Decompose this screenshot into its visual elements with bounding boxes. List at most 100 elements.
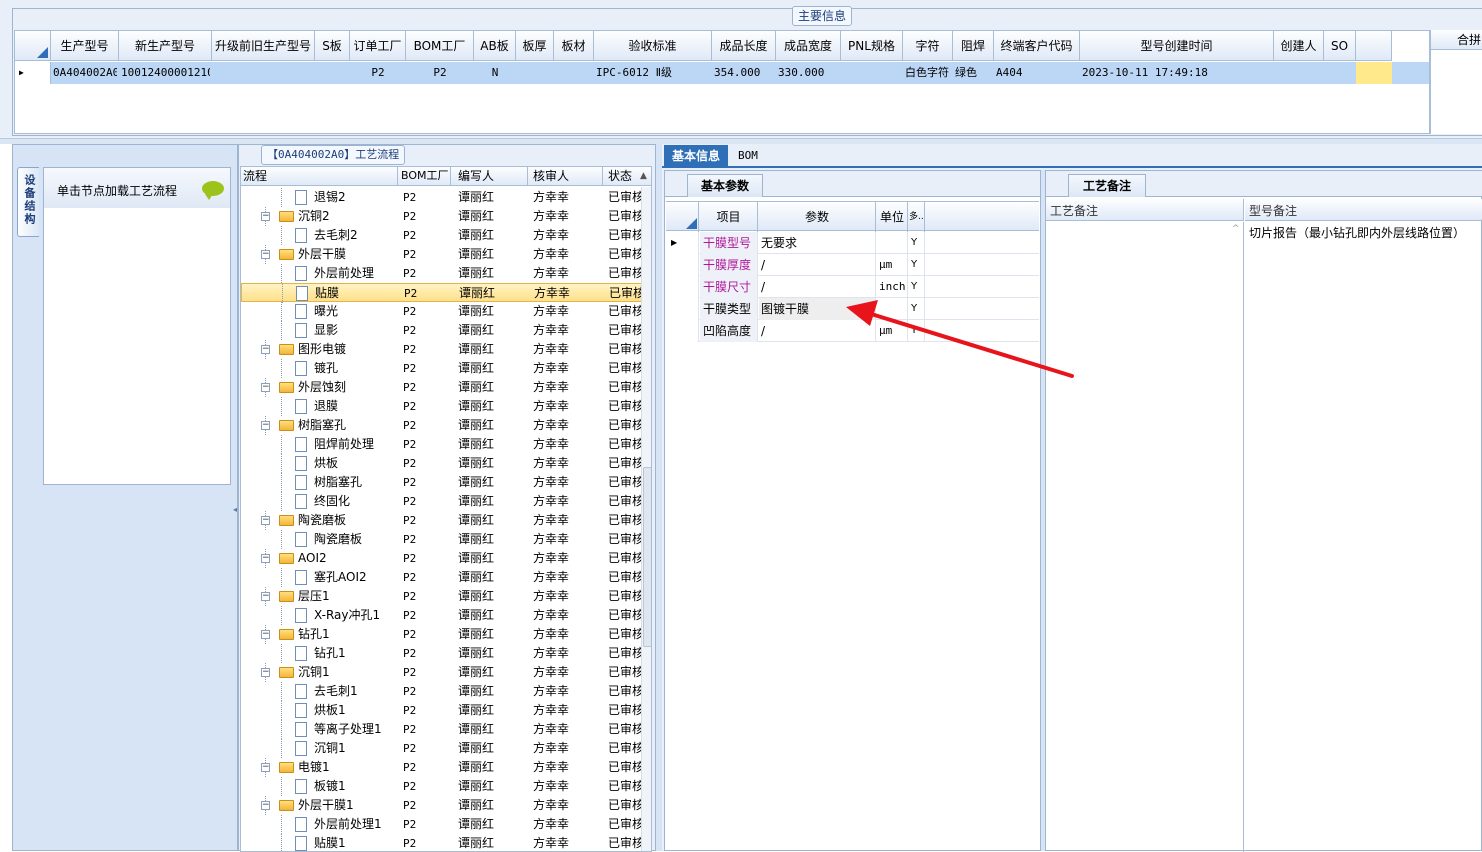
param-row[interactable]: 干膜尺寸 / inch Y <box>666 276 1039 298</box>
flow-col-header[interactable]: 流程 <box>243 167 398 185</box>
collapse-toggle-icon[interactable]: − <box>261 383 270 392</box>
param-value-cell[interactable]: / <box>759 254 876 276</box>
main-cell[interactable]: 2023-10-11 17:49:18 <box>1082 62 1272 84</box>
collapse-toggle-icon[interactable]: − <box>261 668 270 677</box>
collapse-toggle-icon[interactable]: − <box>261 630 270 639</box>
main-cell[interactable] <box>843 62 901 84</box>
collapse-toggle-icon[interactable]: − <box>261 592 270 601</box>
main-info-grid[interactable]: 生产型号 新生产型号 升级前旧生产型号 S板 订单工厂 BOM工厂 AB板 板厚 板材 验收标准成… <box>14 30 1430 134</box>
flow-tree-row[interactable]: 等离子处理1 P2 谭丽红 方幸幸 已审核 <box>241 720 644 739</box>
main-cell[interactable]: IPC-6012 Ⅱ级 <box>596 62 710 84</box>
flow-tree-row[interactable]: − 树脂塞孔 P2 谭丽红 方幸幸 已审核 <box>241 416 644 435</box>
main-col-header[interactable]: 字符 <box>903 31 953 61</box>
flow-tree-row[interactable]: − AOI2 P2 谭丽红 方幸幸 已审核 <box>241 549 644 568</box>
notes-scroll-up-icon[interactable]: ^ <box>1232 224 1240 234</box>
reviewer-col-header[interactable]: 核审人 <box>533 167 603 185</box>
flow-tree-body[interactable]: 退锡2 P2 谭丽红 方幸幸 已审核 − 沉铜2 P2 谭丽红 方幸幸 已审核 去毛刺2 P2 谭丽红 方幸… <box>241 188 645 851</box>
main-col-header[interactable]: 板材 <box>554 31 594 61</box>
row-indicator-icon[interactable] <box>666 298 699 320</box>
bom-col-header[interactable]: BOM工厂 <box>401 167 451 185</box>
main-cell[interactable]: 354.000 <box>714 62 774 84</box>
param-value-cell[interactable]: 无要求 <box>759 232 876 254</box>
collapse-toggle-icon[interactable]: − <box>261 801 270 810</box>
param-unit-cell[interactable] <box>877 232 908 254</box>
left-collapse-handle[interactable]: ◂ <box>233 505 237 565</box>
collapse-toggle-icon[interactable]: − <box>261 212 270 221</box>
param-unit-cell[interactable]: μm <box>877 320 908 342</box>
flow-tree-row[interactable]: 终固化 P2 谭丽红 方幸幸 已审核 <box>241 492 644 511</box>
flow-tree-row[interactable]: 外层前处理 P2 谭丽红 方幸幸 已审核 <box>241 264 644 283</box>
main-col-header[interactable]: PNL规格 <box>841 31 903 61</box>
tab-process-notes[interactable]: 工艺备注 <box>1068 174 1146 197</box>
main-cell[interactable] <box>518 62 552 84</box>
main-col-header[interactable]: 升级前旧生产型号 <box>212 31 315 61</box>
collapse-toggle-icon[interactable]: − <box>261 516 270 525</box>
flow-tree-row[interactable]: 陶瓷磨板 P2 谭丽红 方幸幸 已审核 <box>241 530 644 549</box>
param-item-cell[interactable]: 干膜类型 <box>700 298 758 320</box>
param-value-cell[interactable]: / <box>759 276 876 298</box>
main-col-header[interactable]: 订单工厂 <box>350 31 406 61</box>
main-cell[interactable] <box>317 62 348 84</box>
main-cell[interactable]: 10012400001210 <box>121 62 210 84</box>
main-cell[interactable]: 0A404002A0 <box>53 62 117 84</box>
flow-tree-row[interactable]: X-Ray冲孔1 P2 谭丽红 方幸幸 已审核 <box>241 606 644 625</box>
tab-bom[interactable]: BOM <box>730 145 766 167</box>
collapse-toggle-icon[interactable]: − <box>261 250 270 259</box>
param-flag-cell[interactable]: Y <box>909 276 925 298</box>
flow-tree-row[interactable]: 去毛刺1 P2 谭丽红 方幸幸 已审核 <box>241 682 644 701</box>
collapse-toggle-icon[interactable]: − <box>261 421 270 430</box>
flow-tree-row[interactable]: 显影 P2 谭丽红 方幸幸 已审核 <box>241 321 644 340</box>
flow-tree-row[interactable]: 贴膜 P2 谭丽红 方幸幸 已审核 <box>241 283 645 303</box>
params-grid[interactable]: 项目 参数 单位 多... ▶ 干膜型号 无要求 Y 干膜厚度 / μm Y 干膜尺寸 / inch… <box>666 201 1039 851</box>
editor-col-header[interactable]: 编写人 <box>458 167 528 185</box>
flow-tree-row[interactable]: − 外层干膜 P2 谭丽红 方幸幸 已审核 <box>241 245 644 264</box>
flow-tree-row[interactable]: 镀孔 P2 谭丽红 方幸幸 已审核 <box>241 359 644 378</box>
main-cell[interactable] <box>1326 62 1354 84</box>
flow-scrollbar-thumb[interactable] <box>643 467 651 647</box>
flow-tree-row[interactable]: 阻焊前处理 P2 谭丽红 方幸幸 已审核 <box>241 435 644 454</box>
row-indicator-icon[interactable]: ▶ <box>666 232 699 254</box>
flow-tree-row[interactable]: 塞孔AOI2 P2 谭丽红 方幸幸 已审核 <box>241 568 644 587</box>
param-row[interactable]: 凹陷高度 / μm Y <box>666 320 1039 342</box>
flow-tree-row[interactable]: 树脂塞孔 P2 谭丽红 方幸幸 已审核 <box>241 473 644 492</box>
param-row[interactable]: ▶ 干膜型号 无要求 Y <box>666 232 1039 254</box>
flow-tree-row[interactable]: 烘板 P2 谭丽红 方幸幸 已审核 <box>241 454 644 473</box>
flow-tree-row[interactable]: − 电镀1 P2 谭丽红 方幸幸 已审核 <box>241 758 644 777</box>
unit-col-header[interactable]: 单位 <box>877 202 908 232</box>
main-info-data-row[interactable]: ▶ 0A404002A0 10012400001210 P2 P2 N IPC-6012 Ⅱ… <box>15 62 1429 84</box>
param-item-cell[interactable]: 干膜厚度 <box>700 254 758 276</box>
main-cell[interactable]: P2 <box>352 62 404 84</box>
row-indicator-icon[interactable] <box>666 254 699 276</box>
flow-scrollbar[interactable] <box>641 187 651 851</box>
flow-tree-grid[interactable]: 流程 BOM工厂 编写人 核审人 状态 ▲ 退锡2 P2 谭丽红 方幸幸 已审核 − 沉铜2… <box>240 166 652 852</box>
main-col-header[interactable]: 终端客户代码 <box>994 31 1080 61</box>
main-col-header[interactable]: SO <box>1324 31 1356 61</box>
collapse-toggle-icon[interactable]: − <box>261 554 270 563</box>
param-item-cell[interactable]: 干膜尺寸 <box>700 276 758 298</box>
vertical-tab-device-structure[interactable]: 设备结构 <box>17 167 39 237</box>
main-cell[interactable]: N <box>476 62 514 84</box>
status-col-header[interactable]: 状态 <box>608 167 638 185</box>
collapse-toggle-icon[interactable]: − <box>261 763 270 772</box>
main-col-header[interactable]: 型号创建时间 <box>1080 31 1274 61</box>
flow-tree-row[interactable]: 外层前处理1 P2 谭丽红 方幸幸 已审核 <box>241 815 644 834</box>
main-col-header[interactable]: 新生产型号 <box>119 31 212 61</box>
param-value-cell[interactable]: / <box>759 320 876 342</box>
flow-tree-row[interactable]: − 外层蚀刻 P2 谭丽红 方幸幸 已审核 <box>241 378 644 397</box>
extra-col-header[interactable]: 多... <box>909 202 925 232</box>
main-col-header[interactable]: 生产型号 <box>51 31 119 61</box>
main-cell[interactable]: 白色字符 <box>905 62 951 84</box>
model-notes-textarea[interactable]: 切片报告（最小钻孔即内外层线路位置） <box>1245 222 1482 852</box>
item-col-header[interactable]: 项目 <box>700 202 758 232</box>
main-col-header[interactable]: BOM工厂 <box>406 31 474 61</box>
flow-tree-row[interactable]: − 沉铜1 P2 谭丽红 方幸幸 已审核 <box>241 663 644 682</box>
main-cell[interactable]: 绿色 <box>955 62 992 84</box>
params-body[interactable]: ▶ 干膜型号 无要求 Y 干膜厚度 / μm Y 干膜尺寸 / inch Y 干膜类型 图镀干膜 Y 凹陷高度… <box>666 232 1039 352</box>
flow-tree-row[interactable]: 退膜 P2 谭丽红 方幸幸 已审核 <box>241 397 644 416</box>
param-item-cell[interactable]: 干膜型号 <box>700 232 758 254</box>
param-flag-cell[interactable]: Y <box>909 254 925 276</box>
main-col-header[interactable]: AB板 <box>474 31 516 61</box>
main-col-header[interactable]: 板厚 <box>516 31 554 61</box>
main-cell[interactable] <box>214 62 313 84</box>
flow-tree-row[interactable]: 沉铜1 P2 谭丽红 方幸幸 已审核 <box>241 739 644 758</box>
